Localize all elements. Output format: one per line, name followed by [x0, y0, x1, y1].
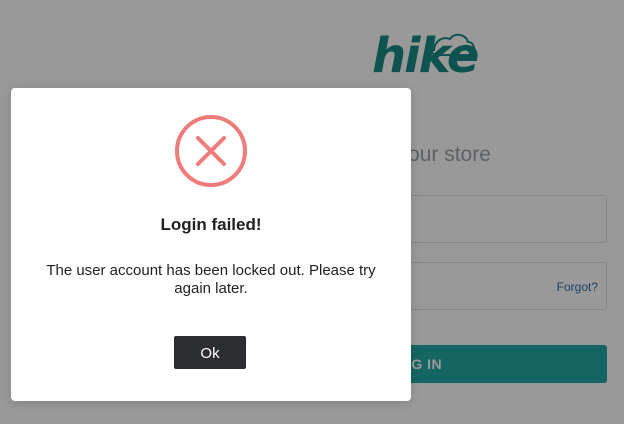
dialog-title: Login failed!	[160, 215, 262, 234]
ok-button[interactable]: Ok	[174, 336, 246, 369]
dialog-message: The user account has been locked out. Pl…	[46, 262, 376, 297]
login-page: hike o your store Forgot? OG IN Login fa…	[0, 0, 624, 424]
login-failed-dialog: Login failed! The user account has been …	[11, 88, 411, 401]
error-x-circle-icon	[175, 115, 247, 187]
